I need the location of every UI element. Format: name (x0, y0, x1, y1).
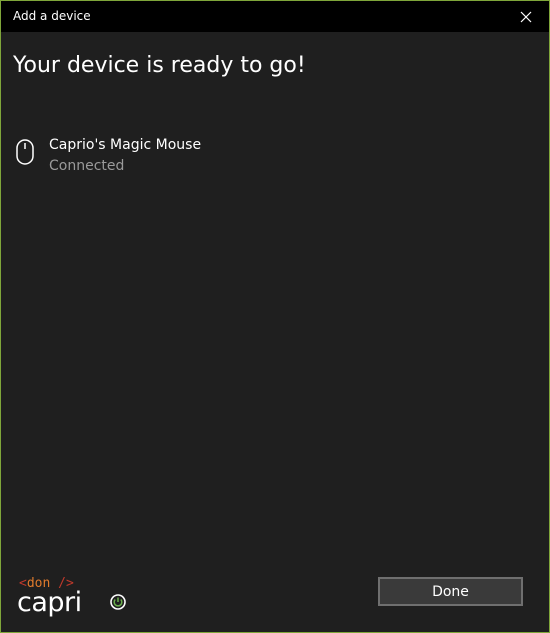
page-heading: Your device is ready to go! (13, 53, 306, 78)
device-list-item: Caprio's Magic Mouse Connected (13, 137, 533, 181)
title-bar: Add a device (1, 1, 549, 32)
add-device-window: Add a device Your device is ready to go!… (0, 0, 550, 633)
window-title: Add a device (13, 9, 91, 23)
device-name: Caprio's Magic Mouse (49, 137, 202, 153)
close-button[interactable] (503, 1, 549, 32)
don-caprio-logo: <don /> capri (15, 577, 135, 623)
done-button[interactable]: Done (378, 577, 523, 606)
device-status: Connected (49, 158, 125, 174)
logo-wordmark: capri (17, 587, 82, 618)
power-icon (110, 594, 126, 610)
close-icon (520, 11, 532, 22)
mouse-icon (16, 139, 34, 165)
